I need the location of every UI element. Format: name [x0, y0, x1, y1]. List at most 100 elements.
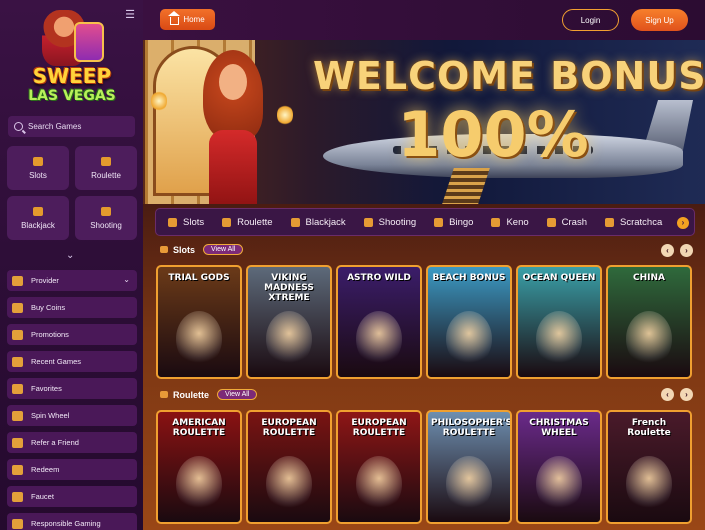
cards-icon: [33, 206, 43, 216]
chevron-down-icon[interactable]: ⌄: [66, 250, 74, 261]
category-tab-keno[interactable]: Keno: [491, 216, 529, 228]
logo-text-sweep: SWEEP: [32, 64, 112, 88]
game-artwork: [536, 311, 582, 367]
chevron-left-icon[interactable]: ‹: [661, 388, 674, 401]
crash-chart-icon: [546, 217, 556, 227]
game-card[interactable]: AMERICAN ROULETTE: [156, 410, 242, 524]
game-title: PHILOSOPHER'S ROULETTE: [431, 418, 512, 438]
category-label: Shooting: [378, 216, 417, 228]
game-card[interactable]: CHRISTMAS WHEEL: [516, 410, 602, 524]
view-all-button[interactable]: View All: [217, 389, 258, 400]
category-tab-roulette[interactable]: Roulette: [222, 216, 273, 228]
star-icon: [12, 383, 23, 394]
sidebar-tile-blackjack[interactable]: Blackjack: [7, 196, 69, 240]
search-input[interactable]: [28, 122, 128, 131]
game-title: OCEAN QUEEN: [522, 273, 596, 283]
keno-icon: [491, 217, 501, 227]
category-tab-crash[interactable]: Crash: [546, 217, 587, 228]
wall-lamp-icon: [151, 90, 167, 112]
sidebar: SWEEP LAS VEGAS ☰ Slots Roulette Blackja…: [0, 0, 143, 530]
game-artwork: [356, 311, 402, 367]
game-artwork: [176, 456, 222, 512]
logo-text-las-vegas: LAS VEGAS: [28, 88, 116, 104]
game-card[interactable]: EUROPEAN ROULETTE: [246, 410, 332, 524]
slots-carousel-arrows: ‹ ›: [661, 244, 693, 257]
sidebar-item-promotions[interactable]: Promotions: [7, 324, 137, 345]
category-tab-blackjack[interactable]: Blackjack: [290, 217, 346, 228]
sidebar-item-label: Faucet: [31, 492, 54, 501]
search-icon: [14, 122, 23, 131]
site-logo[interactable]: SWEEP LAS VEGAS: [20, 8, 120, 108]
promo-banner[interactable]: WELCOME BONUS 100%: [143, 40, 705, 204]
game-card[interactable]: EUROPEAN ROULETTE: [336, 410, 422, 524]
category-label: Keno: [506, 216, 529, 228]
game-title: EUROPEAN ROULETTE: [351, 418, 407, 438]
chevron-right-icon[interactable]: ›: [677, 217, 689, 229]
category-tab-shooting[interactable]: Shooting: [363, 216, 417, 228]
chevron-right-icon[interactable]: ›: [680, 388, 693, 401]
sidebar-item-faucet[interactable]: Faucet: [7, 486, 137, 507]
game-card[interactable]: ASTRO WILD: [336, 265, 422, 379]
game-title: BEACH BONUS: [432, 273, 506, 283]
search-box[interactable]: [8, 116, 135, 137]
category-label: Slots: [183, 216, 205, 228]
sidebar-collapse-icon[interactable]: ☰: [124, 10, 136, 21]
banner-hostess-illustration: [197, 50, 277, 204]
game-card[interactable]: PHILOSOPHER'S ROULETTE: [426, 410, 512, 524]
game-title: French Roulette: [627, 418, 671, 438]
sidebar-item-label: Promotions: [31, 330, 69, 339]
game-card[interactable]: BEACH BONUS: [426, 265, 512, 379]
wall-lamp-icon: [277, 104, 293, 126]
chevron-right-icon[interactable]: ›: [680, 244, 693, 257]
category-tab-scratchcard[interactable]: Scratchca: [605, 217, 662, 228]
sidebar-item-label: Provider: [31, 276, 59, 285]
game-artwork: [536, 456, 582, 512]
sidebar-item-label: Recent Games: [31, 357, 82, 366]
category-tab-slots[interactable]: Slots: [168, 217, 204, 228]
sidebar-item-spin-wheel[interactable]: Spin Wheel: [7, 405, 137, 426]
sidebar-tile-shooting[interactable]: Shooting: [75, 196, 137, 240]
game-artwork: [266, 311, 312, 367]
game-title: TRIAL GODS: [168, 273, 230, 283]
sidebar-item-redeem[interactable]: Redeem: [7, 459, 137, 480]
roulette-game-row: AMERICAN ROULETTE EUROPEAN ROULETTE EUROPE…: [156, 410, 692, 524]
sidebar-item-label: Redeem: [31, 465, 60, 474]
login-button[interactable]: Login: [562, 9, 619, 31]
target-icon: [101, 206, 111, 216]
sidebar-tile-slots[interactable]: Slots: [7, 146, 69, 190]
section-title: Slots: [173, 244, 196, 255]
game-artwork: [626, 311, 672, 367]
category-label: Roulette: [237, 216, 273, 228]
sidebar-item-provider[interactable]: Provider ⌄: [7, 270, 137, 291]
game-card[interactable]: OCEAN QUEEN: [516, 265, 602, 379]
game-card[interactable]: French Roulette: [606, 410, 692, 524]
sidebar-item-label: Responsible Gaming: [31, 519, 101, 528]
chevron-down-icon: ⌄: [123, 275, 130, 284]
sidebar-item-label: Refer a Friend: [31, 438, 79, 447]
sidebar-item-responsible-gaming[interactable]: Responsible Gaming: [7, 513, 137, 530]
tile-label: Roulette: [91, 170, 121, 180]
sidebar-item-favorites[interactable]: Favorites: [7, 378, 137, 399]
home-icon: [168, 11, 181, 25]
game-lobby: Slots Roulette Blackjack Shooting Bingo …: [143, 204, 705, 530]
home-button[interactable]: Home: [160, 9, 215, 30]
view-all-button[interactable]: View All: [203, 244, 244, 255]
top-bar: Home Login Sign Up: [143, 0, 705, 40]
sidebar-item-recent-games[interactable]: Recent Games: [7, 351, 137, 372]
signup-button[interactable]: Sign Up: [631, 9, 688, 31]
game-card[interactable]: CHINA: [606, 265, 692, 379]
section-title: Roulette: [173, 389, 209, 400]
sidebar-item-label: Favorites: [31, 384, 62, 393]
category-label: Scratchca: [620, 216, 663, 228]
sidebar-item-buy-coins[interactable]: Buy Coins: [7, 297, 137, 318]
roulette-icon: [160, 391, 168, 398]
game-title: ASTRO WILD: [347, 273, 411, 283]
game-card[interactable]: VIKING MADNESS XTREME: [246, 265, 332, 379]
sidebar-item-refer-friend[interactable]: Refer a Friend: [7, 432, 137, 453]
sidebar-tile-roulette[interactable]: Roulette: [75, 146, 137, 190]
category-tab-bingo[interactable]: Bingo: [434, 217, 473, 228]
section-header-slots: Slots View All: [160, 244, 244, 255]
roulette-carousel-arrows: ‹ ›: [661, 388, 693, 401]
chevron-left-icon[interactable]: ‹: [661, 244, 674, 257]
game-card[interactable]: TRIAL GODS: [156, 265, 242, 379]
